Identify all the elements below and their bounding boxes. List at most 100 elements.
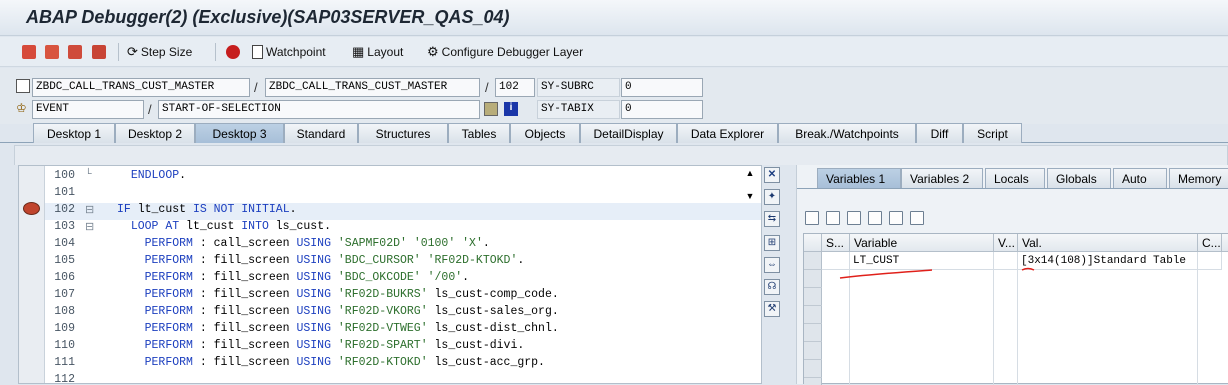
sy-subrc-label: SY-SUBRC xyxy=(537,78,620,97)
watchpoint-button[interactable]: Watchpoint xyxy=(252,43,326,61)
sy-tabix-field[interactable]: 0 xyxy=(621,100,703,119)
tab-variables-1[interactable]: Variables 1 xyxy=(817,168,901,188)
close-icon[interactable]: ✕ xyxy=(764,167,780,183)
code-string: 'BDC_OKCODE' xyxy=(337,271,421,284)
code-line[interactable]: 106 PERFORM : fill_screen USING 'BDC_OKC… xyxy=(45,271,761,288)
code-token: ls_cust xyxy=(275,220,325,233)
code-line[interactable]: 111 PERFORM : fill_screen USING 'RF02D-K… xyxy=(45,356,761,373)
select-all-header[interactable] xyxy=(804,234,822,252)
table-cell-variable[interactable]: LT_CUST xyxy=(850,252,994,270)
tab-globals[interactable]: Globals xyxy=(1047,168,1111,188)
sy-subrc-field[interactable]: 0 xyxy=(621,78,703,97)
row-selector[interactable] xyxy=(804,360,822,378)
program-field[interactable]: ZBDC_CALL_TRANS_CUST_MASTER xyxy=(32,78,250,97)
layout-button[interactable]: ▦ Layout xyxy=(352,43,403,61)
code-line[interactable]: 112 xyxy=(45,373,761,383)
info-icon[interactable]: i xyxy=(504,102,518,116)
line-number-field[interactable]: 102 xyxy=(495,78,535,97)
tab-memory[interactable]: Memory xyxy=(1169,168,1228,188)
row-selector[interactable] xyxy=(804,306,822,324)
column-header-value[interactable]: Val. xyxy=(1018,234,1198,252)
variables-grid[interactable]: S... Variable V... Val. C... LT_CUST [3x… xyxy=(803,233,1228,385)
configure-debugger-layer-button[interactable]: ⚙ Configure Debugger Layer xyxy=(427,43,583,61)
tab-variables-2[interactable]: Variables 2 xyxy=(901,168,983,188)
scroll-up-icon[interactable]: ▲ xyxy=(744,168,756,180)
tab-desktop-2[interactable]: Desktop 2 xyxy=(115,123,195,143)
row-selector[interactable] xyxy=(804,288,822,306)
table-cell-value[interactable]: [3x14(108)]Standard Table xyxy=(1018,252,1198,270)
table-cell-status[interactable] xyxy=(822,252,850,270)
continue-button[interactable] xyxy=(92,43,106,61)
code-line[interactable]: 108 PERFORM : fill_screen USING 'RF02D-V… xyxy=(45,305,761,322)
row-selector[interactable] xyxy=(804,252,822,270)
code-line[interactable]: 107 PERFORM : fill_screen USING 'RF02D-B… xyxy=(45,288,761,305)
maximize-icon[interactable]: ⊞ xyxy=(764,235,780,251)
code-line[interactable]: 100 └ ENDLOOP. xyxy=(45,169,761,186)
tab-diff[interactable]: Diff xyxy=(916,123,963,143)
print-icon[interactable] xyxy=(826,211,840,225)
code-token: fill_screen xyxy=(213,305,290,318)
tab-tables[interactable]: Tables xyxy=(448,123,510,143)
tab-locals[interactable]: Locals xyxy=(985,168,1045,188)
delete-icon[interactable] xyxy=(847,211,861,225)
single-step-button[interactable] xyxy=(22,43,36,61)
table-cell-v[interactable] xyxy=(994,252,1018,270)
tab-objects[interactable]: Objects xyxy=(510,123,580,143)
code-keyword: PERFORM xyxy=(144,322,193,335)
watchpoint-stop-button[interactable] xyxy=(226,43,240,61)
column-header-c[interactable]: C... xyxy=(1198,234,1222,252)
layout-icon[interactable] xyxy=(805,211,819,225)
code-line[interactable]: 101 xyxy=(45,186,761,203)
return-button[interactable] xyxy=(68,43,82,61)
row-selector[interactable] xyxy=(804,324,822,342)
fold-marker-icon[interactable]: ⊟ xyxy=(85,203,94,217)
code-scrollbar[interactable]: ▲ ▼ xyxy=(742,168,758,384)
code-line[interactable]: 105 PERFORM : fill_screen USING 'BDC_CUR… xyxy=(45,254,761,271)
table-cell-c[interactable] xyxy=(1198,252,1222,270)
tab-detail-display[interactable]: DetailDisplay xyxy=(580,123,677,143)
new-tool-icon[interactable]: ✦ xyxy=(764,189,780,205)
folder-icon[interactable] xyxy=(910,211,924,225)
tab-break-watchpoints[interactable]: Break./Watchpoints xyxy=(778,123,916,143)
include-field[interactable]: ZBDC_CALL_TRANS_CUST_MASTER xyxy=(265,78,480,97)
execute-button[interactable] xyxy=(45,43,59,61)
hierarchy-icon[interactable] xyxy=(868,211,882,225)
grid-icon[interactable] xyxy=(484,102,498,116)
column-header-status[interactable]: S... xyxy=(822,234,850,252)
code-line[interactable]: 104 PERFORM : call_screen USING 'SAPMF02… xyxy=(45,237,761,254)
breakpoint-gutter[interactable] xyxy=(19,166,45,383)
tab-structures[interactable]: Structures xyxy=(358,123,448,143)
tab-script[interactable]: Script xyxy=(963,123,1022,143)
column-header-v[interactable]: V... xyxy=(994,234,1018,252)
code-token: : xyxy=(192,322,214,335)
source-code-viewer[interactable]: 100 └ ENDLOOP. 101 102 ⊟ IF lt_cust IS NOT IN… xyxy=(18,165,762,384)
fold-marker-icon[interactable]: └ xyxy=(85,169,92,181)
tab-auto[interactable]: Auto xyxy=(1113,168,1167,188)
services-icon[interactable]: ☊ xyxy=(764,279,780,295)
step-size-button[interactable]: ⟳ Step Size xyxy=(127,43,192,61)
code-line[interactable]: 103 ⊟ LOOP AT lt_cust INTO ls_cust. xyxy=(45,220,761,237)
tab-desktop-1[interactable]: Desktop 1 xyxy=(33,123,115,143)
swap-tool-icon[interactable]: ⇆ xyxy=(764,211,780,227)
code-token: . xyxy=(324,220,331,233)
tab-data-explorer[interactable]: Data Explorer xyxy=(677,123,778,143)
row-selector[interactable] xyxy=(804,270,822,288)
event-type-field[interactable]: EVENT xyxy=(32,100,144,119)
fold-marker-icon[interactable]: ⊟ xyxy=(85,220,94,234)
transfer-icon[interactable] xyxy=(889,211,903,225)
breakpoint-icon[interactable] xyxy=(23,202,40,215)
code-line[interactable]: 102 ⊟ IF lt_cust IS NOT INITIAL. xyxy=(45,203,761,220)
row-selector[interactable] xyxy=(804,342,822,360)
tab-desktop-3[interactable]: Desktop 3 xyxy=(195,123,284,143)
code-line[interactable]: 110 PERFORM : fill_screen USING 'RF02D-S… xyxy=(45,339,761,356)
swap-panels-icon[interactable]: ⇔ xyxy=(764,257,780,273)
code-line[interactable]: 109 PERFORM : fill_screen USING 'RF02D-V… xyxy=(45,322,761,339)
event-name-field[interactable]: START-OF-SELECTION xyxy=(158,100,480,119)
settings-icon[interactable]: ⚒ xyxy=(764,301,780,317)
tab-standard[interactable]: Standard xyxy=(284,123,358,143)
scroll-down-icon[interactable]: ▼ xyxy=(744,191,756,203)
column-header-variable[interactable]: Variable xyxy=(850,234,994,252)
